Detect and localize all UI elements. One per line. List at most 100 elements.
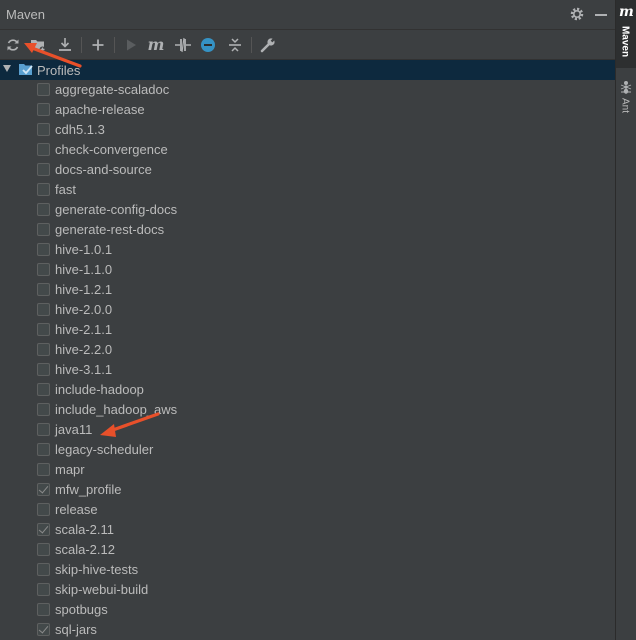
profile-row[interactable]: hive-2.2.0 [0, 340, 615, 360]
profile-checkbox[interactable] [37, 403, 50, 416]
profile-row[interactable]: hive-3.1.1 [0, 360, 615, 380]
profile-checkbox[interactable] [37, 123, 50, 136]
profile-checkbox[interactable] [37, 563, 50, 576]
profile-checkbox[interactable] [37, 363, 50, 376]
profile-row[interactable]: docs-and-source [0, 160, 615, 180]
wrench-icon[interactable] [259, 36, 277, 54]
profile-row[interactable]: hive-1.2.1 [0, 280, 615, 300]
profile-row[interactable]: hive-2.0.0 [0, 300, 615, 320]
plus-icon[interactable] [89, 36, 107, 54]
toggle-offline-icon[interactable] [174, 36, 192, 54]
tree-node-profiles[interactable]: Profiles [0, 60, 615, 80]
show-dependencies-icon[interactable] [226, 36, 244, 54]
minimize-icon[interactable] [595, 14, 607, 16]
profile-checkbox[interactable] [37, 483, 50, 496]
profile-checkbox[interactable] [37, 163, 50, 176]
profile-label: scala-2.11 [55, 522, 115, 537]
profile-label: java11 [55, 422, 93, 437]
annotation-arrow [24, 43, 82, 68]
profile-checkbox[interactable] [37, 603, 50, 616]
profile-label: generate-config-docs [55, 202, 178, 217]
profile-checkbox[interactable] [37, 523, 50, 536]
profile-checkbox[interactable] [37, 283, 50, 296]
profile-label: hive-3.1.1 [55, 362, 113, 377]
profile-label: hive-2.1.1 [55, 322, 113, 337]
profile-checkbox[interactable] [37, 503, 50, 516]
tool-window-title: Maven [6, 7, 46, 22]
profile-checkbox[interactable] [37, 583, 50, 596]
maven-goal-glyph: m [147, 35, 165, 54]
profile-checkbox[interactable] [37, 203, 50, 216]
profile-row[interactable]: fast [0, 180, 615, 200]
profile-checkbox[interactable] [37, 343, 50, 356]
profile-checkbox[interactable] [37, 463, 50, 476]
collapse-triangle-icon[interactable] [3, 65, 11, 72]
tool-window-header: Maven [0, 0, 615, 30]
skip-tests-icon[interactable] [199, 36, 217, 54]
profile-checkbox[interactable] [37, 183, 50, 196]
profile-row[interactable]: generate-rest-docs [0, 220, 615, 240]
profile-label: docs-and-source [55, 162, 152, 177]
profile-row[interactable]: spotbugs [0, 600, 615, 620]
profile-row[interactable]: hive-2.1.1 [0, 320, 615, 340]
profile-row[interactable]: skip-hive-tests [0, 560, 615, 580]
profile-label: mapr [55, 462, 85, 477]
profile-checkbox[interactable] [37, 103, 50, 116]
profile-checkbox[interactable] [37, 383, 50, 396]
profile-row[interactable]: skip-webui-build [0, 580, 615, 600]
maven-side-tab[interactable]: m Maven [616, 0, 636, 68]
profile-label: hive-1.2.1 [55, 282, 113, 297]
maven-toolbar: m [0, 30, 615, 60]
profile-label: scala-2.12 [55, 542, 115, 557]
profile-row[interactable]: mfw_profile [0, 480, 615, 500]
profile-label: hive-2.0.0 [55, 302, 113, 317]
profile-label: generate-rest-docs [55, 222, 165, 237]
profile-label: hive-1.0.1 [55, 242, 113, 257]
profile-label: fast [55, 182, 76, 197]
profile-row[interactable]: release [0, 500, 615, 520]
profile-label: mfw_profile [55, 482, 122, 497]
profile-checkbox[interactable] [37, 623, 50, 636]
ant-tab-label[interactable]: Ant [620, 88, 631, 124]
profile-row[interactable]: hive-1.0.1 [0, 240, 615, 260]
profile-checkbox[interactable] [37, 443, 50, 456]
profile-checkbox[interactable] [37, 263, 50, 276]
profile-row[interactable]: hive-1.1.0 [0, 260, 615, 280]
profile-checkbox[interactable] [37, 303, 50, 316]
profile-checkbox[interactable] [37, 243, 50, 256]
annotation-arrow [100, 412, 160, 437]
profile-checkbox[interactable] [37, 543, 50, 556]
maven-tab-icon: m [619, 4, 634, 20]
profile-checkbox[interactable] [37, 423, 50, 436]
profile-label: spotbugs [55, 602, 108, 617]
profile-row[interactable]: java11 [0, 420, 615, 440]
profile-row[interactable]: aggregate-scaladoc [0, 80, 615, 100]
profile-row[interactable]: legacy-scheduler [0, 440, 615, 460]
maven-goal-icon[interactable]: m [147, 36, 165, 54]
profile-row[interactable]: sql-jars [0, 620, 615, 640]
profile-row[interactable]: include-hadoop [0, 380, 615, 400]
profile-row[interactable]: apache-release [0, 100, 615, 120]
profile-checkbox[interactable] [37, 223, 50, 236]
run-icon[interactable] [122, 36, 140, 54]
profile-label: aggregate-scaladoc [55, 82, 170, 97]
profile-row[interactable]: cdh5.1.3 [0, 120, 615, 140]
profile-checkbox[interactable] [37, 83, 50, 96]
profile-label: hive-1.1.0 [55, 262, 113, 277]
gear-icon[interactable] [569, 6, 585, 22]
profile-checkbox[interactable] [37, 143, 50, 156]
profile-label: cdh5.1.3 [55, 122, 105, 137]
maven-tool-window: Maven m Profiles aggregate-scaladoc apac… [0, 0, 615, 640]
profile-row[interactable]: scala-2.11 [0, 520, 615, 540]
profile-row[interactable]: mapr [0, 460, 615, 480]
profile-row[interactable]: generate-config-docs [0, 200, 615, 220]
profile-row[interactable]: check-convergence [0, 140, 615, 160]
profile-label: skip-webui-build [55, 582, 149, 597]
profile-row[interactable]: scala-2.12 [0, 540, 615, 560]
profile-row[interactable]: include_hadoop_aws [0, 400, 615, 420]
profile-label: hive-2.2.0 [55, 342, 113, 357]
profile-label: check-convergence [55, 142, 168, 157]
profile-checkbox[interactable] [37, 323, 50, 336]
toolbar-separator [114, 37, 115, 53]
profile-label: skip-hive-tests [55, 562, 139, 577]
